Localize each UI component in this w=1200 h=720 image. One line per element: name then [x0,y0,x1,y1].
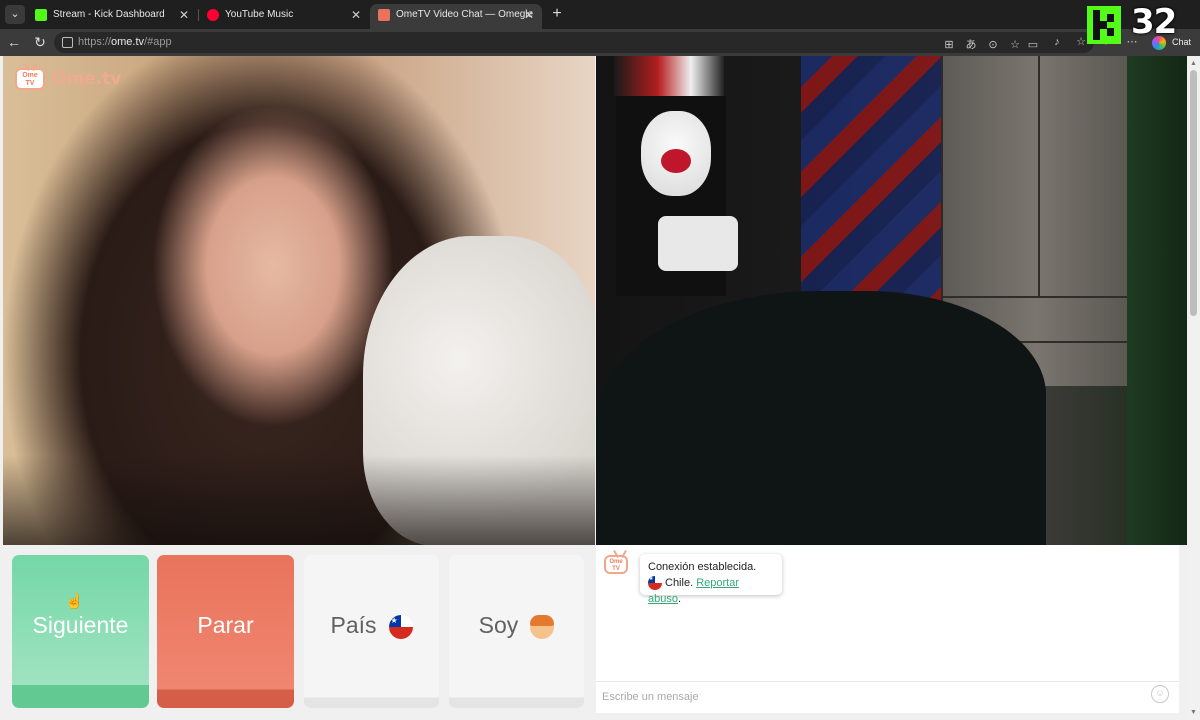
ometv-page: Ome TV Ome.tv ▲ ▼ Siguiente Parar País S… [0,56,1200,720]
scroll-thumb[interactable] [1190,70,1197,316]
tab-title: OmeTV Video Chat — Omegle [396,9,534,20]
close-tab-icon[interactable]: ✕ [524,4,534,26]
scroll-up-icon[interactable]: ▲ [1189,59,1198,68]
url-prefix: https:// [78,36,112,48]
system-message: Conexión establecida. Chile. Reportar ab… [640,554,782,605]
page-scrollbar[interactable]: ▲ ▼ [1187,56,1200,720]
browser-toolbar: ← ↻ https://ome.tv/#app ⊞ あ ⊙ ☆ ▭ ♪ ☆ ● … [0,29,1200,56]
video-scene [614,56,724,96]
ometv-bot-avatar: Ome TV [604,555,628,574]
emoji-smile-icon[interactable]: ☺ [1151,685,1169,703]
next-button-label: Siguiente [32,612,129,638]
stop-button[interactable]: Parar [157,555,294,708]
url-host: ome.tv [111,36,145,48]
ometv-tv-icon: Ome TV [604,555,628,574]
stop-button-label: Parar [197,612,254,638]
back-arrow-icon[interactable]: ← [5,33,23,51]
close-tab-icon[interactable]: ✕ [179,4,189,26]
url-path: /#app [144,36,172,48]
site-info-icon[interactable] [62,37,73,48]
video-scene [801,56,941,306]
tab-title: Stream - Kick Dashboard [53,9,165,20]
translate-icon[interactable]: あ [964,38,978,52]
kick-viewer-overlay: 32 [1085,2,1177,44]
chat-panel: Ome TV Conexión establecida. Chile. Repo… [596,545,1179,713]
video-shade [3,455,595,545]
ometv-brand-text: Ome.tv [52,69,122,89]
partner-country-line: Chile. Reportar abuso. [648,575,774,607]
tab-kick-dashboard[interactable]: Stream - Kick Dashboard ✕ [27,4,197,29]
browser-tab-bar: ⌄ Stream - Kick Dashboard ✕ YouTube Musi… [0,0,1200,29]
local-video [596,56,1187,545]
partner-country: Chile. [665,577,694,589]
tab-youtube-music[interactable]: YouTube Music ✕ [199,4,369,29]
video-scene [1127,56,1187,545]
boy-avatar-icon [530,614,555,639]
viewer-count: 32 [1131,2,1177,42]
ometv-tv-icon: Ome TV [15,68,45,90]
ometv-logo: Ome TV Ome.tv [15,66,121,92]
country-button[interactable]: País [304,555,439,708]
video-scene [943,296,1133,298]
chile-flag-icon [388,614,413,639]
tracking-icon[interactable]: ⊙ [986,38,1000,52]
ometv-favicon-icon [378,9,390,21]
connection-status-text: Conexión establecida. [648,561,757,573]
extensions-icon[interactable]: ♪ [1050,35,1064,49]
report-suffix: . [677,593,682,605]
video-scene [658,216,738,271]
gender-button[interactable]: Soy [449,555,584,708]
close-tab-icon[interactable]: ✕ [351,4,361,26]
tab-list-chevron-icon[interactable]: ⌄ [5,5,25,24]
address-bar[interactable]: https://ome.tv/#app ⊞ あ ⊙ ☆ ▭ [54,32,1094,53]
tab-title: YouTube Music [225,9,294,20]
mouse-cursor-icon: ☝ [65,593,84,610]
new-tab-button[interactable]: + [548,5,566,23]
message-input[interactable] [602,687,1142,707]
youtube-music-favicon-icon [207,9,219,21]
favorite-star-icon[interactable]: ☆ [1008,38,1022,52]
gender-button-label: Soy [478,612,519,638]
scroll-down-icon[interactable]: ▼ [1189,708,1198,717]
app-install-icon[interactable]: ⊞ [942,38,956,52]
chat-input-divider [596,681,1179,682]
chile-flag-icon [648,576,662,591]
camera-in-use-icon[interactable]: ▭ [1026,38,1040,52]
country-button-label: País [330,612,377,638]
video-scene [596,291,1046,545]
reload-icon[interactable]: ↻ [31,33,49,51]
video-scene [1038,56,1040,296]
kick-logo-icon [1087,6,1121,44]
url-text: https://ome.tv/#app [78,32,172,53]
kick-favicon-icon [35,9,47,21]
next-button[interactable]: Siguiente [12,555,149,708]
remote-video: Ome TV Ome.tv [3,56,595,545]
video-scene [641,111,711,196]
tab-ometv[interactable]: OmeTV Video Chat — Omegle ✕ [370,4,542,29]
